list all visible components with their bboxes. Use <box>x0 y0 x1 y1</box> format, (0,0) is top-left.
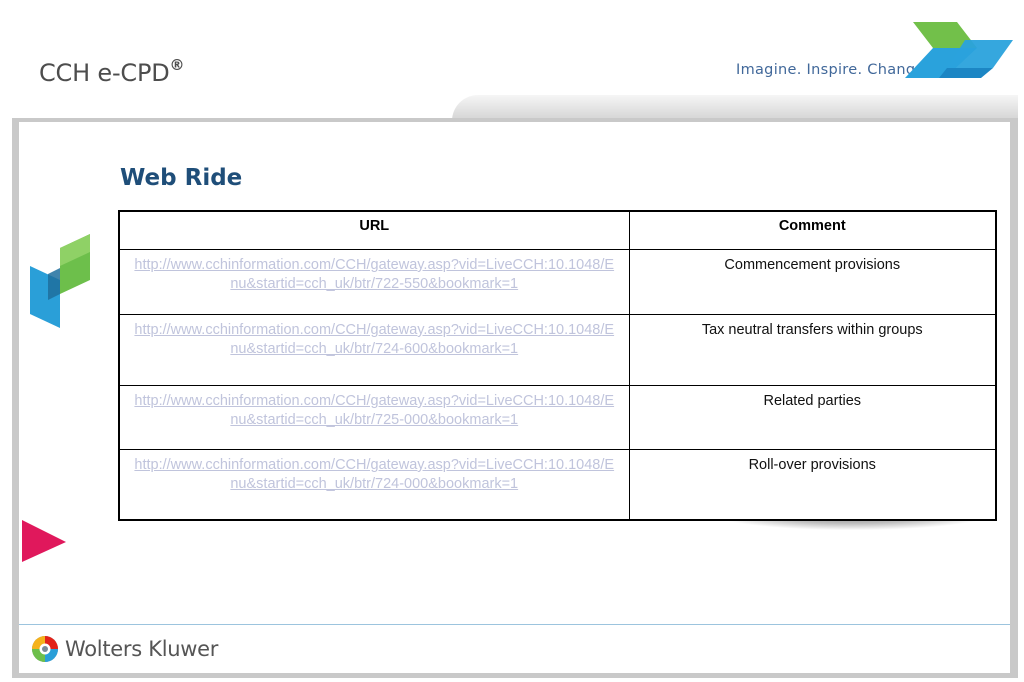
comment-cell: Tax neutral transfers within groups <box>628 314 997 386</box>
slide-title: Web Ride <box>120 165 243 191</box>
comment-cell: Related parties <box>628 385 997 450</box>
table-header-row: URL Comment <box>118 210 997 250</box>
product-name: CCH e-CPD <box>39 59 170 87</box>
tagline: Imagine. Inspire. Change. <box>736 62 930 78</box>
column-header-comment: Comment <box>628 210 997 250</box>
accent-arrow-icon <box>22 520 66 562</box>
brand-chevron-icon <box>905 22 1013 78</box>
table-row: http://www.cchinformation.com/CCH/gatewa… <box>118 449 997 521</box>
web-ride-table: URL Comment http://www.cchinformation.co… <box>118 210 997 521</box>
footer-logo: Wolters Kluwer <box>30 634 218 664</box>
url-link[interactable]: http://www.cchinformation.com/CCH/gatewa… <box>134 256 615 294</box>
registered-mark: ® <box>169 56 185 74</box>
url-cell: http://www.cchinformation.com/CCH/gatewa… <box>118 249 630 315</box>
footer-divider <box>19 624 1010 625</box>
globe-logo-icon <box>32 636 58 662</box>
comment-text: Roll-over provisions <box>748 457 876 473</box>
column-header-url: URL <box>118 210 630 250</box>
comment-cell: Roll-over provisions <box>628 449 997 521</box>
table-row: http://www.cchinformation.com/CCH/gatewa… <box>118 314 997 386</box>
product-logo: CCH e-CPD® <box>39 56 185 87</box>
url-cell: http://www.cchinformation.com/CCH/gatewa… <box>118 449 630 521</box>
table-row: http://www.cchinformation.com/CCH/gatewa… <box>118 385 997 450</box>
comment-text: Related parties <box>763 393 862 409</box>
url-link[interactable]: http://www.cchinformation.com/CCH/gatewa… <box>134 456 615 494</box>
footer-brand-name: Wolters Kluwer <box>65 637 219 661</box>
url-cell: http://www.cchinformation.com/CCH/gatewa… <box>118 314 630 386</box>
url-link[interactable]: http://www.cchinformation.com/CCH/gatewa… <box>134 321 615 359</box>
comment-cell: Commencement provisions <box>628 249 997 315</box>
brand-cube-icon <box>30 234 90 328</box>
url-link[interactable]: http://www.cchinformation.com/CCH/gatewa… <box>134 392 615 430</box>
url-cell: http://www.cchinformation.com/CCH/gatewa… <box>118 385 630 450</box>
table-row: http://www.cchinformation.com/CCH/gatewa… <box>118 249 997 315</box>
comment-text: Tax neutral transfers within groups <box>701 322 923 338</box>
comment-text: Commencement provisions <box>724 257 901 273</box>
